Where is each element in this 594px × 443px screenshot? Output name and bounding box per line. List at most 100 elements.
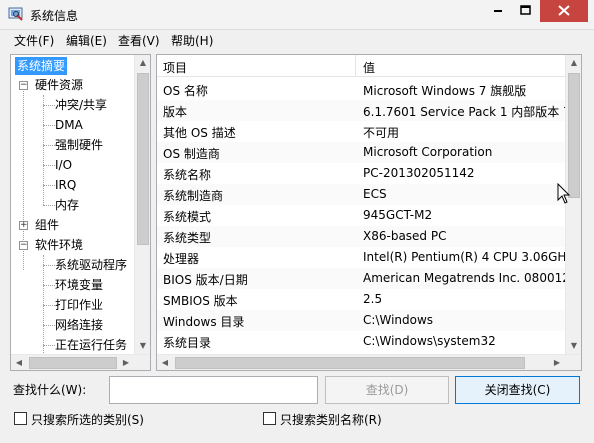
tree-item-software-environment[interactable]: 软件环境 <box>35 236 83 254</box>
tree-line <box>43 255 44 365</box>
row-item: 处理器 <box>163 252 200 266</box>
grid-horizontal-scrollbar[interactable]: ◀ ▶ <box>157 354 581 370</box>
tree-line <box>43 185 55 186</box>
tree-line <box>43 265 55 266</box>
tree-line <box>43 105 55 106</box>
close-button[interactable] <box>540 0 588 22</box>
table-row[interactable]: 系统目录 C:\Windows\system32 <box>157 331 567 352</box>
tree-vertical-scrollbar[interactable]: ▲ ▼ <box>134 55 150 354</box>
row-item: 其他 OS 描述 <box>163 126 236 140</box>
scroll-down-icon[interactable]: ▼ <box>566 338 581 354</box>
tree-item-components[interactable]: 组件 <box>35 216 59 234</box>
search-category-names-option[interactable]: 只搜索类别名称(R) <box>263 410 463 428</box>
scroll-thumb[interactable] <box>29 357 117 369</box>
row-value: 2.5 <box>363 292 383 306</box>
tree-line <box>43 95 44 205</box>
scroll-left-icon[interactable]: ◀ <box>157 355 173 370</box>
minimize-button[interactable] <box>484 0 512 22</box>
table-row[interactable]: SMBIOS 版本 2.5 <box>157 289 567 310</box>
scroll-right-icon[interactable]: ▶ <box>549 355 565 370</box>
row-item: 系统目录 <box>163 336 212 350</box>
find-what-input[interactable] <box>109 376 318 404</box>
menu-edit[interactable]: 编辑(E) <box>66 32 107 49</box>
collapse-icon[interactable]: − <box>19 241 28 250</box>
row-value: C:\Windows\system32 <box>363 334 496 348</box>
tree-item-forced-hardware[interactable]: 强制硬件 <box>55 136 103 154</box>
details-grid[interactable]: 项目 值 OS 名称 Microsoft Windows 7 旗舰版 版本 6.1.… <box>156 54 582 371</box>
row-item: OS 制造商 <box>163 147 220 161</box>
row-value: 不可用 <box>363 126 400 140</box>
scroll-thumb[interactable] <box>137 73 149 245</box>
tree-item-irq[interactable]: IRQ <box>55 176 76 194</box>
row-value: X86-based PC <box>363 229 447 243</box>
scroll-thumb[interactable] <box>175 357 525 369</box>
table-row[interactable]: Windows 目录 C:\Windows <box>157 310 567 331</box>
table-row[interactable]: 其他 OS 描述 不可用 <box>157 121 567 142</box>
tree-item-network-connections[interactable]: 网络连接 <box>55 316 103 334</box>
tree-line <box>43 165 55 166</box>
scroll-left-icon[interactable]: ◀ <box>11 355 27 370</box>
collapse-icon[interactable]: − <box>19 81 28 90</box>
tree-line <box>43 305 55 306</box>
table-row[interactable]: 系统名称 PC-201302051142 <box>157 163 567 184</box>
column-divider[interactable] <box>355 55 356 77</box>
scroll-down-icon[interactable]: ▼ <box>135 338 150 354</box>
row-item: OS 名称 <box>163 84 208 98</box>
close-find-button[interactable]: 关闭查找(C) <box>455 376 580 404</box>
mouse-cursor-icon <box>557 183 571 204</box>
row-value: Microsoft Corporation <box>363 145 493 159</box>
table-row[interactable]: 系统类型 X86-based PC <box>157 226 567 247</box>
tree-item-running-tasks[interactable]: 正在运行任务 <box>55 336 127 354</box>
scroll-up-icon[interactable]: ▲ <box>135 55 150 71</box>
menu-file[interactable]: 文件(F) <box>14 32 54 49</box>
table-row[interactable]: 处理器 Intel(R) Pentium(R) 4 CPU 3.06GHz <box>157 247 567 268</box>
search-selected-category-label: 只搜索所选的类别(S) <box>31 413 144 427</box>
search-category-names-checkbox[interactable] <box>263 412 276 425</box>
tree-line <box>43 205 55 206</box>
tree-item-system-drivers[interactable]: 系统驱动程序 <box>55 256 127 274</box>
find-what-label: 查找什么(W): <box>13 383 87 397</box>
maximize-button[interactable] <box>512 0 540 22</box>
tree-item-print-jobs[interactable]: 打印作业 <box>55 296 103 314</box>
row-item: 系统类型 <box>163 231 212 245</box>
expand-icon[interactable]: + <box>19 221 28 230</box>
row-value: C:\Windows <box>363 313 434 327</box>
table-row[interactable]: OS 名称 Microsoft Windows 7 旗舰版 <box>157 79 567 100</box>
menu-help[interactable]: 帮助(H) <box>171 32 213 49</box>
tree-item-hardware-resources[interactable]: 硬件资源 <box>35 76 83 94</box>
tree-item-io[interactable]: I/O <box>55 156 72 174</box>
grid-header: 项目 值 <box>157 55 567 77</box>
menu-bar: 文件(F) 编辑(E) 查看(V) 帮助(H) <box>0 30 594 50</box>
table-row[interactable]: BIOS 版本/日期 American Megatrends Inc. 08001… <box>157 268 567 289</box>
tree-item-system-summary[interactable]: 系统摘要 <box>15 57 68 75</box>
table-row[interactable]: 系统制造商 ECS <box>157 184 567 205</box>
search-category-names-label: 只搜索类别名称(R) <box>280 413 382 427</box>
table-row[interactable]: OS 制造商 Microsoft Corporation <box>157 142 567 163</box>
category-tree[interactable]: 系统摘要 − 硬件资源 冲突/共享 DMA 强制硬件 I/O IRQ 内存 + … <box>10 54 151 371</box>
row-value: PC-201302051142 <box>363 166 475 180</box>
row-value: Intel(R) Pentium(R) 4 CPU 3.06GHz <box>363 250 567 264</box>
row-value: American Megatrends Inc. 080012, <box>363 271 567 285</box>
tree-item-environment-variables[interactable]: 环境变量 <box>55 276 103 294</box>
scroll-up-icon[interactable]: ▲ <box>566 55 581 71</box>
column-header-item[interactable]: 项目 <box>163 59 187 76</box>
tree-horizontal-scrollbar[interactable]: ◀ ▶ <box>11 354 150 370</box>
tree-item-memory[interactable]: 内存 <box>55 196 79 214</box>
menu-view[interactable]: 查看(V) <box>118 32 160 49</box>
table-row[interactable]: 版本 6.1.7601 Service Pack 1 内部版本 76 <box>157 100 567 121</box>
row-item: 版本 <box>163 105 188 119</box>
maximize-icon <box>520 5 531 15</box>
column-header-value[interactable]: 值 <box>363 59 375 76</box>
row-item: SMBIOS 版本 <box>163 294 238 308</box>
table-row[interactable]: 系统模式 945GCT-M2 <box>157 205 567 226</box>
close-icon <box>558 5 570 16</box>
scroll-right-icon[interactable]: ▶ <box>118 355 134 370</box>
tree-item-dma[interactable]: DMA <box>55 116 83 134</box>
system-info-icon <box>8 6 24 22</box>
scroll-thumb[interactable] <box>568 73 580 198</box>
row-value: ECS <box>363 187 387 201</box>
search-selected-category-option[interactable]: 只搜索所选的类别(S) <box>14 410 214 428</box>
find-button[interactable]: 查找(D) <box>325 376 449 404</box>
search-selected-category-checkbox[interactable] <box>14 412 27 425</box>
tree-item-conflicts[interactable]: 冲突/共享 <box>55 96 107 114</box>
